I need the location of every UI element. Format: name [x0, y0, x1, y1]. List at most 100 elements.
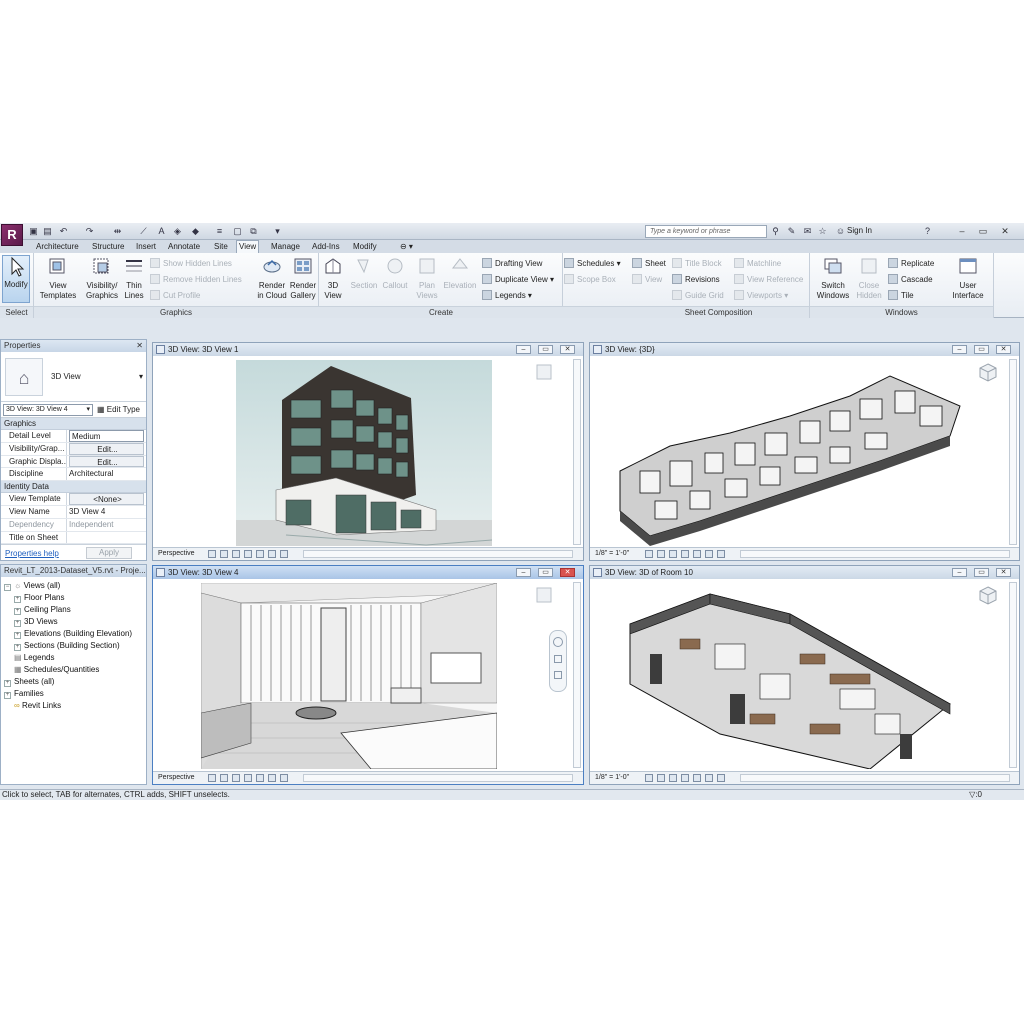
- minimize-button[interactable]: –: [516, 568, 531, 577]
- render-icon[interactable]: [256, 774, 264, 782]
- cascade-button[interactable]: Cascade: [888, 274, 933, 285]
- discipline-field[interactable]: Architectural: [67, 468, 146, 480]
- minimize-button[interactable]: –: [952, 568, 967, 577]
- view-template-button[interactable]: <None>: [69, 493, 144, 505]
- orbit-icon[interactable]: [554, 671, 562, 679]
- tab-view[interactable]: View: [236, 240, 260, 253]
- navigation-bar[interactable]: [549, 630, 567, 692]
- collapse-icon[interactable]: −: [4, 584, 11, 591]
- favorites-star-icon[interactable]: ☆: [817, 226, 828, 237]
- viewport-3d-view-1[interactable]: 3D View: 3D View 1 – ▭ ✕ Perspective: [152, 342, 584, 561]
- detail-level-icon[interactable]: [208, 550, 216, 558]
- maximize-button[interactable]: ▭: [538, 568, 553, 577]
- save-icon[interactable]: ▤: [42, 226, 53, 237]
- expand-icon[interactable]: +: [14, 632, 21, 639]
- tree-node-ceiling-plans[interactable]: + Ceiling Plans: [14, 604, 71, 615]
- customize-dropdown-icon[interactable]: ▾: [272, 226, 283, 237]
- viewcube-icon[interactable]: [533, 361, 555, 383]
- guide-grid-button[interactable]: Guide Grid: [672, 290, 724, 301]
- replicate-button[interactable]: Replicate: [888, 258, 934, 269]
- temporary-hide-icon[interactable]: [717, 550, 725, 558]
- viewcube-icon[interactable]: [977, 584, 999, 606]
- revisions-button[interactable]: Revisions: [672, 274, 720, 285]
- maximize-button[interactable]: ▭: [538, 345, 553, 354]
- sun-path-icon[interactable]: [669, 774, 677, 782]
- thin-lines-button[interactable]: Thin Lines: [122, 256, 146, 301]
- sign-in-link[interactable]: Sign In: [847, 226, 872, 235]
- viewport-3d-room-10[interactable]: 3D View: 3D of Room 10 – ▭ ✕ 1/8" = 1'-0": [589, 565, 1020, 785]
- horizontal-scrollbar[interactable]: [740, 774, 1010, 782]
- 3d-view-button[interactable]: 3D View: [322, 256, 344, 301]
- cut-profile-button[interactable]: Cut Profile: [150, 290, 200, 301]
- properties-help-link[interactable]: Properties help: [5, 549, 59, 558]
- close-button[interactable]: ✕: [996, 345, 1011, 354]
- title-on-sheet-field[interactable]: [67, 532, 146, 544]
- detail-level-icon[interactable]: [645, 550, 653, 558]
- render-icon[interactable]: [256, 550, 264, 558]
- detail-level-icon[interactable]: [645, 774, 653, 782]
- application-menu-button[interactable]: R: [1, 224, 23, 246]
- expand-icon[interactable]: +: [14, 620, 21, 627]
- visual-style-icon[interactable]: [220, 774, 228, 782]
- shadows-icon[interactable]: [244, 550, 252, 558]
- tree-node-elevations[interactable]: + Elevations (Building Elevation): [14, 628, 132, 639]
- render-in-cloud-button[interactable]: Render in Cloud: [257, 256, 287, 301]
- text-icon[interactable]: A: [156, 226, 167, 237]
- group-identity-data[interactable]: Identity Data: [1, 481, 146, 494]
- remove-hidden-lines-button[interactable]: Remove Hidden Lines: [150, 274, 242, 285]
- dimension-icon[interactable]: ⟋: [138, 226, 149, 237]
- view-name-field[interactable]: 3D View 4: [67, 506, 146, 518]
- graphic-display-edit-button[interactable]: Edit...: [69, 455, 144, 468]
- render-icon[interactable]: [693, 774, 701, 782]
- section-button[interactable]: Section: [348, 256, 380, 291]
- apply-button[interactable]: Apply: [86, 547, 132, 559]
- tab-insert[interactable]: Insert: [134, 241, 158, 253]
- viewcube-icon[interactable]: [977, 361, 999, 383]
- tab-annotate[interactable]: Annotate: [166, 241, 202, 253]
- maximize-button[interactable]: ▭: [974, 568, 989, 577]
- crop-icon[interactable]: [268, 774, 276, 782]
- tree-node-schedules[interactable]: ▦ Schedules/Quantities: [14, 664, 99, 675]
- minimize-button[interactable]: –: [516, 345, 531, 354]
- sheet-button[interactable]: Sheet: [632, 258, 666, 269]
- undo-icon[interactable]: ↶: [58, 226, 69, 237]
- edit-type-button[interactable]: ▦ Edit Type: [97, 405, 140, 414]
- horizontal-scrollbar[interactable]: [303, 774, 573, 782]
- vertical-scrollbar[interactable]: [1009, 359, 1017, 545]
- minimize-button[interactable]: –: [955, 225, 969, 237]
- tab-add-ins[interactable]: Add-Ins: [310, 241, 342, 253]
- viewports-button[interactable]: Viewports ▾: [734, 290, 788, 301]
- type-selector[interactable]: ⌂ 3D View ▾: [1, 352, 146, 402]
- crop-icon[interactable]: [705, 774, 713, 782]
- tab-site[interactable]: Site: [212, 241, 230, 253]
- crop-icon[interactable]: [268, 550, 276, 558]
- close-icon[interactable]: ✕: [136, 340, 143, 352]
- vertical-scrollbar[interactable]: [1009, 582, 1017, 768]
- tree-node-legends[interactable]: ▤ Legends: [14, 652, 54, 663]
- expand-icon[interactable]: +: [14, 608, 21, 615]
- plan-views-button[interactable]: Plan Views: [414, 256, 440, 301]
- tile-button[interactable]: Tile: [888, 290, 914, 301]
- horizontal-scrollbar[interactable]: [303, 550, 573, 558]
- user-interface-button[interactable]: User Interface: [950, 256, 986, 301]
- viewcube-icon[interactable]: [533, 584, 555, 606]
- detail-level-field[interactable]: Medium: [69, 430, 144, 442]
- search-input[interactable]: Type a keyword or phrase: [645, 225, 767, 238]
- view-scale[interactable]: Perspective: [158, 548, 195, 560]
- tree-node-sheets[interactable]: + Sheets (all): [4, 676, 54, 687]
- tree-node-families[interactable]: + Families: [4, 688, 44, 699]
- vertical-scrollbar[interactable]: [573, 359, 581, 545]
- vertical-scrollbar[interactable]: [573, 582, 581, 768]
- measure-icon[interactable]: ⇹: [112, 226, 123, 237]
- expand-icon[interactable]: +: [14, 644, 21, 651]
- binoculars-icon[interactable]: ⚲: [770, 226, 781, 237]
- switch-windows-button[interactable]: Switch Windows: [814, 256, 852, 301]
- temporary-hide-icon[interactable]: [717, 774, 725, 782]
- modify-button[interactable]: Modify: [2, 255, 30, 303]
- viewport-3d-default[interactable]: 3D View: {3D} – ▭ ✕ 1/8" = 1'-0": [589, 342, 1020, 561]
- temporary-hide-icon[interactable]: [280, 774, 288, 782]
- tab-structure[interactable]: Structure: [90, 241, 126, 253]
- thin-lines-icon[interactable]: ≡: [214, 226, 225, 237]
- title-block-button[interactable]: Title Block: [672, 258, 722, 269]
- close-button[interactable]: ✕: [560, 345, 575, 354]
